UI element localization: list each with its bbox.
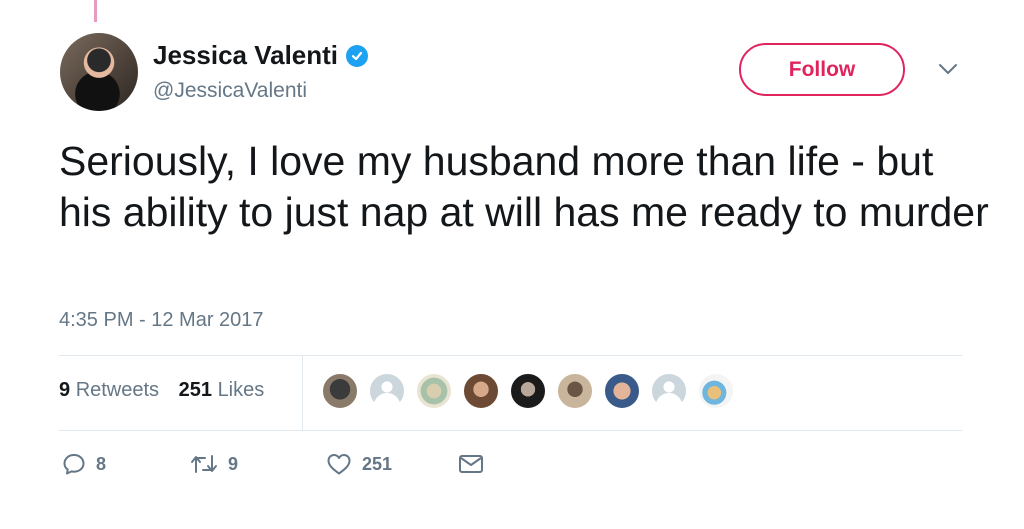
direct-message-button[interactable]: [458, 453, 484, 475]
author-handle[interactable]: @JessicaValenti: [153, 79, 307, 103]
liker-avatar-default[interactable]: [369, 373, 405, 409]
tweet-text: Seriously, I love my husband more than l…: [59, 138, 989, 235]
liker-avatars: [322, 373, 734, 409]
like-button[interactable]: 251: [326, 452, 458, 476]
retweets-stat[interactable]: 9 Retweets: [59, 379, 159, 401]
chevron-down-icon[interactable]: [937, 62, 959, 76]
reply-count: 8: [96, 453, 107, 474]
author-name-row[interactable]: Jessica Valenti: [153, 40, 369, 71]
liker-avatar[interactable]: [416, 373, 452, 409]
heart-icon: [327, 454, 351, 475]
engagement-stats: 9 Retweets 251 Likes: [59, 379, 278, 402]
liker-avatar[interactable]: [322, 373, 358, 409]
likes-label: Likes: [217, 379, 265, 401]
stats-divider: [302, 356, 303, 430]
follow-button[interactable]: Follow: [739, 43, 905, 96]
retweet-icon: [191, 455, 217, 473]
tweet-timestamp[interactable]: 4:35 PM - 12 Mar 2017: [59, 309, 264, 332]
liker-avatar[interactable]: [698, 373, 734, 409]
liker-avatar[interactable]: [557, 373, 593, 409]
retweets-count: 9: [59, 379, 71, 401]
like-count: 251: [362, 453, 393, 474]
retweet-count: 9: [228, 453, 239, 474]
liker-avatar[interactable]: [604, 373, 640, 409]
reply-icon: [63, 454, 85, 475]
likes-count: 251: [178, 379, 212, 401]
tweet-actions: 8 9 251: [62, 452, 484, 476]
reply-button[interactable]: 8: [62, 452, 190, 476]
retweet-button[interactable]: 9: [190, 453, 326, 475]
author-name[interactable]: Jessica Valenti: [153, 40, 338, 71]
envelope-icon: [459, 455, 483, 473]
retweets-label: Retweets: [75, 379, 160, 401]
divider-top: [59, 355, 962, 356]
liker-avatar[interactable]: [463, 373, 499, 409]
divider-bottom: [59, 430, 962, 431]
author-avatar[interactable]: [60, 33, 138, 111]
liker-avatar[interactable]: [510, 373, 546, 409]
likes-stat[interactable]: 251 Likes: [179, 379, 265, 401]
liker-avatar-default[interactable]: [651, 373, 687, 409]
verified-badge-icon: [346, 44, 369, 67]
thread-connector-line: [94, 0, 97, 22]
